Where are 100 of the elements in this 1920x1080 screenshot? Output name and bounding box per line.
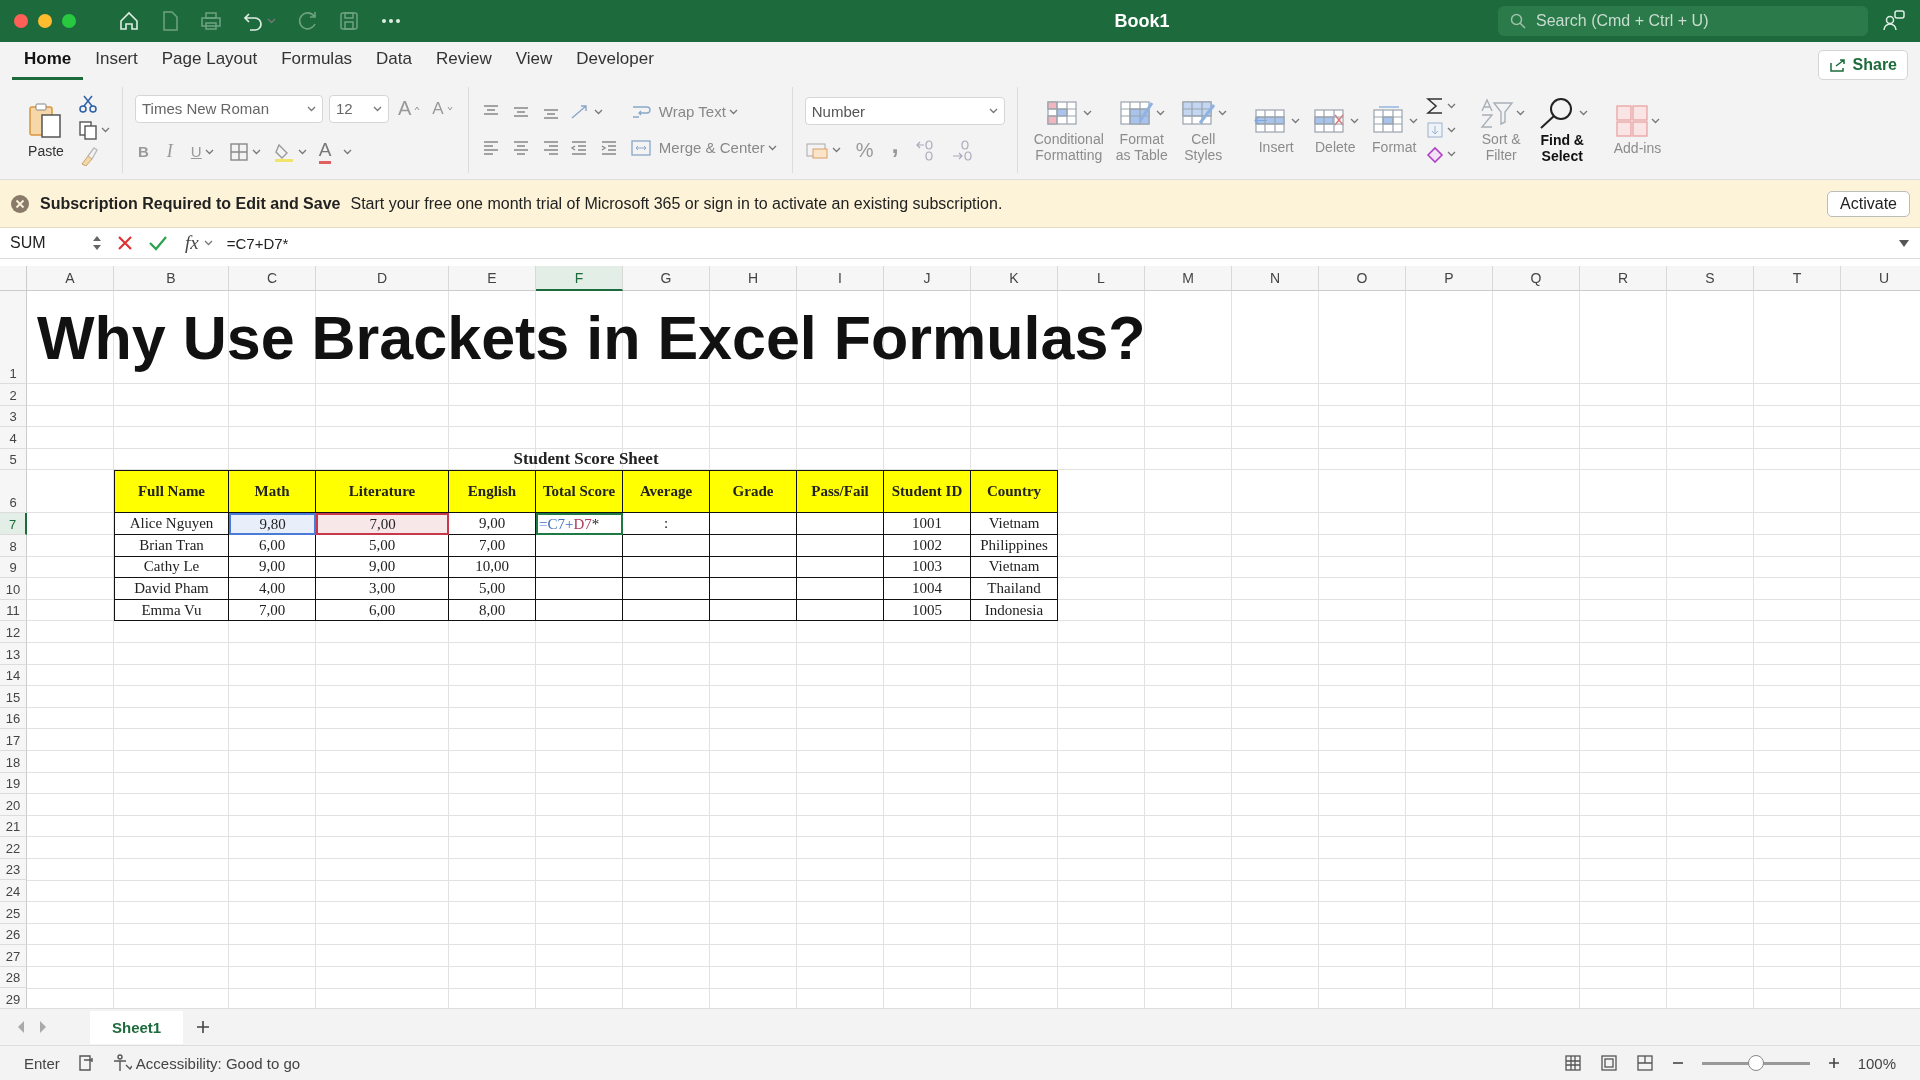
sum-icon[interactable]	[1425, 96, 1444, 117]
font-name-field[interactable]: Times New Roman	[135, 94, 323, 123]
column-header[interactable]: Q	[1493, 266, 1580, 291]
column-header[interactable]: S	[1667, 266, 1754, 291]
zoom-level[interactable]: 100%	[1857, 1054, 1896, 1072]
close-button[interactable]	[14, 14, 28, 28]
active-cell[interactable]: =C7+D7*	[536, 513, 623, 535]
redo-icon[interactable]	[296, 10, 318, 32]
cancel-icon[interactable]	[116, 234, 134, 252]
row-header[interactable]: 3	[0, 405, 27, 428]
column-header[interactable]: D	[316, 266, 449, 291]
row-header[interactable]: 27	[0, 945, 27, 967]
font-size-field[interactable]: 12	[329, 94, 389, 123]
column-header[interactable]: B	[114, 266, 229, 291]
row-header[interactable]: 7	[0, 513, 27, 535]
column-header[interactable]: J	[884, 266, 971, 291]
expand-icon[interactable]	[1898, 238, 1910, 248]
column-header[interactable]: M	[1145, 266, 1232, 291]
row-header[interactable]: 6	[0, 470, 27, 514]
caret-up-icon[interactable]	[414, 106, 421, 112]
normal-view-icon[interactable]	[1563, 1054, 1582, 1072]
undo-icon[interactable]	[242, 10, 264, 32]
share-icon[interactable]	[1828, 57, 1847, 73]
row-header[interactable]: 8	[0, 534, 27, 557]
row-header[interactable]: 2	[0, 384, 27, 406]
row-header[interactable]: 19	[0, 772, 27, 795]
ribbon-tab[interactable]: Page Layout	[149, 49, 270, 80]
caret-icon[interactable]	[373, 105, 382, 112]
ribbon-tab[interactable]: Insert	[83, 49, 150, 80]
ribbon-tab[interactable]: View	[503, 49, 565, 80]
caret-down-icon[interactable]	[446, 106, 453, 112]
column-header[interactable]: K	[971, 266, 1058, 291]
borders-icon[interactable]	[228, 141, 249, 162]
eraser-icon[interactable]	[1425, 144, 1444, 163]
ribbon-tab[interactable]: Data	[364, 49, 424, 80]
ribbon-tab[interactable]: Review	[424, 49, 504, 80]
minimize-button[interactable]	[38, 14, 52, 28]
row-header[interactable]: 18	[0, 750, 27, 773]
row-header[interactable]: 24	[0, 880, 27, 903]
row-header[interactable]: 21	[0, 815, 27, 838]
next-sheet-icon[interactable]	[38, 1020, 48, 1034]
check-icon[interactable]	[148, 234, 168, 252]
merge-cells-icon[interactable]	[629, 137, 652, 158]
stepper-icon[interactable]	[92, 234, 102, 252]
save-icon[interactable]	[338, 10, 360, 32]
column-header[interactable]: U	[1841, 266, 1920, 291]
column-header[interactable]: R	[1580, 266, 1667, 291]
more-icon[interactable]	[380, 17, 402, 25]
row-header[interactable]: 17	[0, 729, 27, 751]
column-header[interactable]: O	[1319, 266, 1406, 291]
zoom-slider-thumb[interactable]	[1747, 1054, 1764, 1071]
caret-icon[interactable]	[251, 148, 261, 155]
share-button[interactable]: Share	[1817, 50, 1908, 80]
column-header[interactable]: C	[229, 266, 316, 291]
caret-icon[interactable]	[767, 144, 777, 151]
row-header[interactable]: 20	[0, 794, 27, 816]
row-header[interactable]: 22	[0, 837, 27, 859]
column-header[interactable]: P	[1406, 266, 1493, 291]
font-color-button[interactable]: A	[318, 139, 332, 165]
caret-icon[interactable]	[343, 148, 353, 155]
row-header[interactable]: 10	[0, 578, 27, 600]
column-header[interactable]: A	[27, 266, 114, 291]
formula-field[interactable]: =C7+D7*	[226, 234, 1884, 252]
column-header[interactable]: E	[449, 266, 536, 291]
activate-button[interactable]: Activate	[1827, 190, 1910, 217]
caret-icon[interactable]	[593, 109, 603, 115]
ribbon-tab[interactable]: Developer	[564, 49, 666, 80]
row-header[interactable]: 25	[0, 902, 27, 924]
row-header[interactable]: 26	[0, 923, 27, 946]
home-icon[interactable]	[118, 10, 140, 32]
name-box[interactable]: SUM	[10, 234, 102, 252]
row-header[interactable]: 28	[0, 966, 27, 989]
caret-icon[interactable]	[307, 105, 316, 112]
row-header[interactable]: 23	[0, 858, 27, 881]
caret-icon[interactable]	[1446, 127, 1456, 134]
dismiss-icon[interactable]	[10, 193, 30, 214]
maximize-button[interactable]	[62, 14, 76, 28]
find-button[interactable]: Find & Select	[1532, 95, 1592, 164]
scissors-icon[interactable]	[78, 93, 98, 114]
copy-icon[interactable]	[78, 119, 98, 140]
sheet-tab[interactable]: Sheet1	[90, 1010, 184, 1044]
row-header[interactable]: 15	[0, 686, 27, 708]
row-header[interactable]: 11	[0, 599, 27, 622]
print-icon[interactable]	[200, 10, 222, 32]
page-layout-icon[interactable]	[1599, 1054, 1618, 1072]
column-header[interactable]: T	[1754, 266, 1841, 291]
caret-icon[interactable]	[101, 126, 110, 133]
column-header[interactable]: H	[710, 266, 797, 291]
accessibility-status[interactable]: Accessibility: Good to go	[135, 1054, 301, 1072]
caret-icon[interactable]	[1578, 109, 1588, 116]
caret-icon[interactable]	[831, 147, 841, 154]
number-format-field[interactable]: Number	[804, 97, 1005, 126]
row-header[interactable]: 16	[0, 707, 27, 730]
caret-icon[interactable]	[728, 108, 738, 115]
accessibility-icon[interactable]	[111, 1053, 132, 1073]
page-break-icon[interactable]	[1635, 1054, 1654, 1072]
column-header[interactable]: N	[1232, 266, 1319, 291]
caret-icon[interactable]	[1446, 103, 1456, 110]
caret-icon[interactable]	[988, 108, 998, 115]
paste-button[interactable]: Paste	[22, 100, 70, 159]
